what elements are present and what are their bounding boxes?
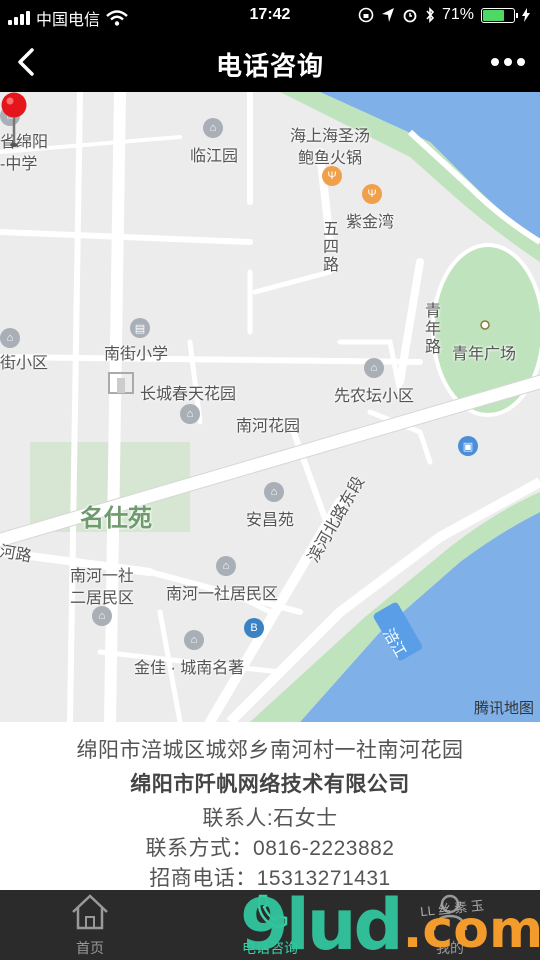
map-attribution: 腾讯地图 (473, 700, 534, 717)
charging-icon (522, 8, 530, 22)
map-label: 临江园 (190, 148, 239, 165)
contact-phone[interactable]: 联系方式：0816-2223882 (0, 832, 540, 862)
tab-phone[interactable]: 电话咨询 (180, 890, 360, 960)
map-label: 二居民区 (70, 590, 135, 607)
dot-icon (504, 58, 512, 66)
rotation-lock-icon (358, 7, 374, 23)
map-label: 紫金湾 (346, 214, 395, 231)
poi-icon: ⌂ (216, 556, 236, 576)
map-label: 金佳 · 城南名著 (134, 660, 245, 677)
battery-percent: 71% (441, 6, 474, 23)
map-label: 青年路 (422, 302, 439, 356)
poi-icon: ⌂ (180, 404, 200, 424)
map-label: 南河一社 (70, 568, 135, 585)
bluetooth-icon (426, 7, 435, 23)
metro-icon: ▣ (458, 436, 478, 456)
poi-icon: ⌂ (264, 482, 284, 502)
map-label: 鲍鱼火锅 (298, 150, 363, 167)
tab-bar: 首页 电话咨询 我的 (0, 890, 540, 960)
map-label: 南河一社居民区 (166, 586, 279, 603)
nav-bar: 电话咨询 (0, 32, 540, 92)
tab-label: 电话咨询 (242, 940, 298, 956)
map-label: 街小区 (0, 355, 49, 372)
gate-icon (108, 372, 134, 394)
company-name: 绵阳市阡帆网络技术有限公司 (130, 773, 410, 796)
map-label: -中学 (0, 156, 38, 173)
poi-icon: ⌂ (0, 328, 20, 348)
map-label: 海上海圣汤 (290, 128, 371, 145)
map-label: 南河花园 (236, 418, 301, 435)
home-icon (72, 894, 108, 930)
phone-screen: 中国电信 17:42 71% 电话咨询 省绵阳 -中学 ⌂ 临江园 海上海圣汤 … (0, 0, 540, 960)
user-icon (432, 894, 468, 931)
hotline-phone[interactable]: 招商电话：15313271431 (0, 862, 540, 892)
poi-icon: ⌂ (184, 630, 204, 650)
location-pin-icon (1, 92, 27, 147)
map-label: 安昌苑 (246, 512, 295, 529)
more-button[interactable] (488, 46, 528, 78)
road-label: 河路 (0, 543, 33, 566)
dot-icon (517, 58, 525, 66)
phone-icon (257, 894, 288, 928)
restaurant-icon: Ψ (322, 166, 342, 186)
tab-me[interactable]: 我的 (360, 890, 540, 960)
map-label-area: 名仕苑 (80, 505, 152, 532)
map-view[interactable]: 省绵阳 -中学 ⌂ ⌂ 临江园 海上海圣汤 鲍鱼火锅 Ψ Ψ 紫金湾 五四路 青… (0, 92, 540, 722)
map-label: 五四路 (320, 220, 337, 274)
contact-info: 绵阳市涪城区城郊乡南河村一社南河花园 绵阳市阡帆网络技术有限公司 联系人:石女士… (0, 722, 540, 890)
map-label: 长城春天花园 (140, 386, 237, 403)
poi-icon: ⌂ (364, 358, 384, 378)
map-label: 南街小学 (104, 346, 169, 363)
address-text: 绵阳市涪城区城郊乡南河村一社南河花园 (76, 739, 464, 762)
status-right: 71% (358, 6, 530, 24)
battery-fill (483, 9, 505, 21)
map-base (0, 92, 540, 722)
dot-icon (491, 58, 499, 66)
status-bar: 中国电信 17:42 71% (0, 0, 540, 32)
bus-stop-icon: B (244, 618, 264, 638)
restaurant-icon: Ψ (362, 184, 382, 204)
tab-label: 我的 (436, 940, 464, 956)
tab-home[interactable]: 首页 (0, 890, 180, 960)
map-label: 青年广场 (452, 346, 517, 363)
poi-icon: ⌂ (203, 118, 223, 138)
poi-icon: ⌂ (92, 606, 112, 626)
location-icon (381, 8, 394, 22)
map-label: 先农坛小区 (334, 388, 415, 405)
tab-label: 首页 (76, 940, 104, 956)
page-title: 电话咨询 (215, 51, 324, 81)
school-icon: ▤ (130, 318, 150, 338)
battery-icon (481, 7, 518, 23)
park-dot-icon (480, 320, 490, 330)
contact-person: 联系人:石女士 (202, 807, 338, 830)
alarm-icon (403, 9, 417, 23)
